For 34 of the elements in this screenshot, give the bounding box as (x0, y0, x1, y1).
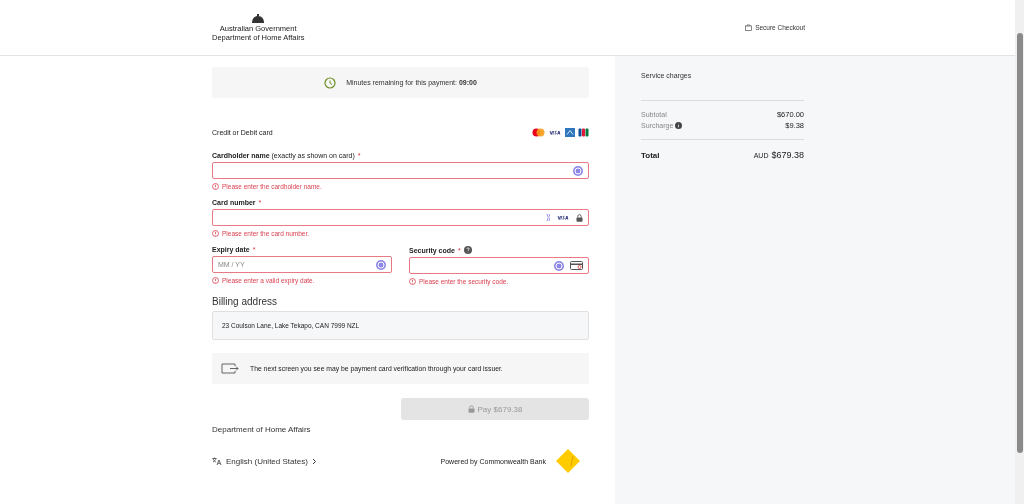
alert-icon (212, 230, 219, 237)
amex-logo-icon (565, 128, 575, 137)
text-field[interactable] (409, 257, 589, 274)
clock-icon (324, 76, 337, 89)
password-manager-icon[interactable] (573, 165, 583, 176)
total-amount: $679.38 (771, 150, 804, 160)
text-field[interactable] (212, 209, 589, 226)
text-field[interactable] (212, 162, 589, 179)
visa-logo-icon (548, 128, 562, 137)
password-manager-icon[interactable] (376, 259, 386, 270)
alert-icon (212, 277, 219, 284)
shopping-bag-icon (745, 24, 753, 31)
help-icon[interactable] (463, 246, 472, 254)
card-cvc-icon (570, 261, 583, 270)
alert-icon (409, 278, 416, 285)
bank-logo-icon (555, 448, 581, 474)
mastercard-logo-icon (532, 128, 545, 137)
language-selector[interactable]: English (United States) (212, 456, 317, 466)
lock-icon (467, 405, 475, 413)
section-heading: Billing address (212, 296, 279, 307)
contactless-icon (546, 213, 550, 222)
translate-icon (212, 457, 222, 465)
department-name: Department of Home Affairs (212, 425, 312, 434)
alert-icon (212, 183, 219, 190)
password-manager-icon[interactable] (554, 260, 564, 271)
scrollbar[interactable] (1015, 0, 1024, 504)
info-icon[interactable] (675, 122, 683, 129)
lock-icon (576, 213, 583, 222)
jcb-logo-icon (578, 128, 589, 137)
total-label: Total (641, 150, 660, 160)
chevron-right-icon (311, 457, 317, 465)
visa-logo-icon (556, 213, 570, 222)
card-redirect-icon (221, 363, 239, 374)
coat-of-arms-icon (250, 13, 267, 24)
